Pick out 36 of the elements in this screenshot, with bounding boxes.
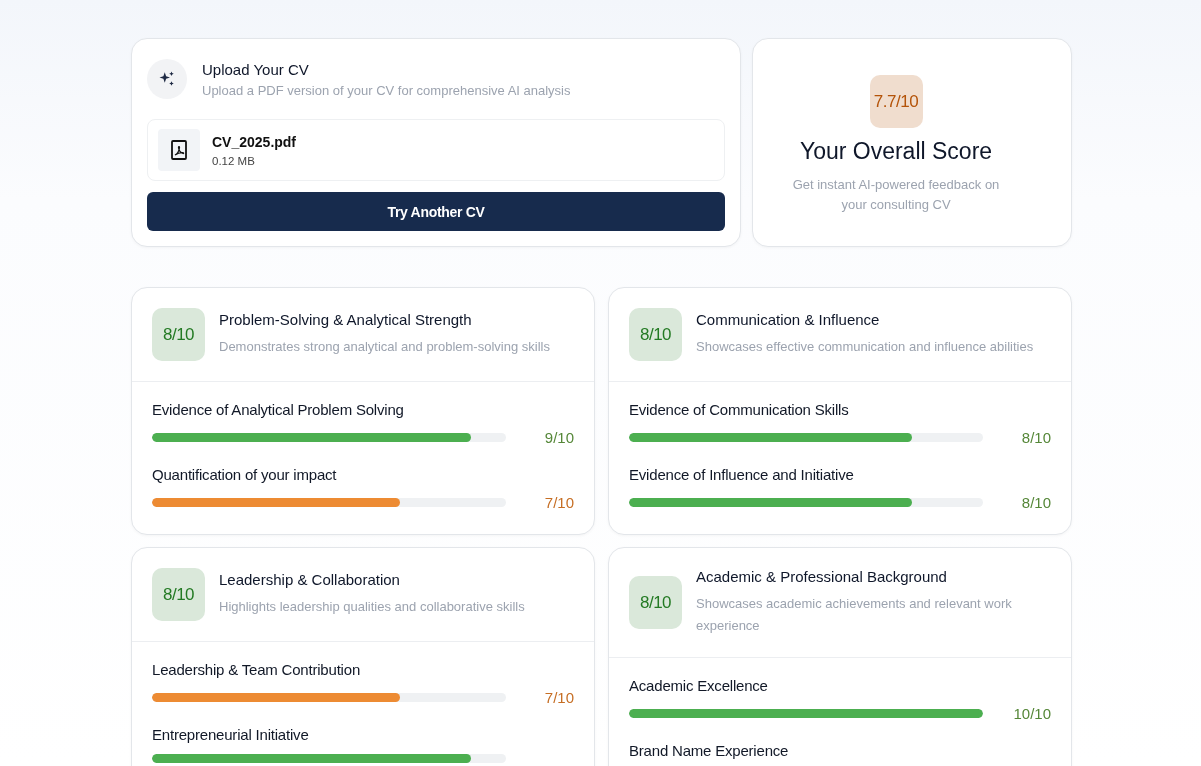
upload-subtitle: Upload a PDF version of your CV for comprehensive AI analysis <box>202 83 571 98</box>
category-title: Communication & Influence <box>696 311 881 328</box>
criterion-label: Evidence of Influence and Initiative <box>629 466 855 483</box>
category-score-badge: 8/10 <box>152 568 205 621</box>
category-title: Academic & Professional Background <box>696 568 948 585</box>
category-description: Showcases effective communication and influence abilities <box>696 338 1034 356</box>
criterion-score: 10/10 <box>1013 705 1051 722</box>
criterion-label: Brand Name Experience <box>629 742 790 759</box>
upload-title: Upload Your CV <box>202 61 310 78</box>
overall-score-badge: 7.7/10 <box>869 75 923 128</box>
criterion-score: 8/10 <box>1021 429 1051 446</box>
category-title: Problem-Solving & Analytical Strength <box>219 311 473 328</box>
category-description: Showcases academic achievements and relevant work experience <box>696 595 1013 635</box>
criterion-label: Evidence of Analytical Problem Solving <box>152 401 405 418</box>
category-description: Highlights leadership qualities and collaborative skills <box>219 598 525 616</box>
criterion-label: Evidence of Communication Skills <box>629 401 850 418</box>
category-description: Demonstrates strong analytical and problem-solving skills <box>219 338 550 356</box>
criterion-label: Academic Excellence <box>629 677 769 694</box>
file-size: 0.12 MB <box>212 154 256 167</box>
sparkle-icon <box>147 59 187 99</box>
pdf-file-icon <box>158 129 200 171</box>
criterion-label: Leadership & Team Contribution <box>152 661 362 678</box>
criterion-label: Entrepreneurial Initiative <box>152 726 310 743</box>
category-title: Leadership & Collaboration <box>219 571 401 588</box>
overall-score-title: Your Overall Score <box>799 138 993 165</box>
overall-score-description: Get instant AI-powered feedback on your consulting CV <box>791 176 1001 214</box>
category-score-badge: 8/10 <box>629 576 682 629</box>
category-score-badge: 8/10 <box>152 308 205 361</box>
try-another-cv-button[interactable]: Try Another CV <box>147 192 725 231</box>
criterion-score: 9/10 <box>544 429 574 446</box>
criterion-score: 7/10 <box>544 689 574 706</box>
category-score-badge: 8/10 <box>629 308 682 361</box>
criterion-score: 7/10 <box>544 494 574 511</box>
criterion-label: Quantification of your impact <box>152 466 338 483</box>
file-name: CV_2025.pdf <box>212 133 297 150</box>
criterion-score: 8/10 <box>1021 494 1051 511</box>
